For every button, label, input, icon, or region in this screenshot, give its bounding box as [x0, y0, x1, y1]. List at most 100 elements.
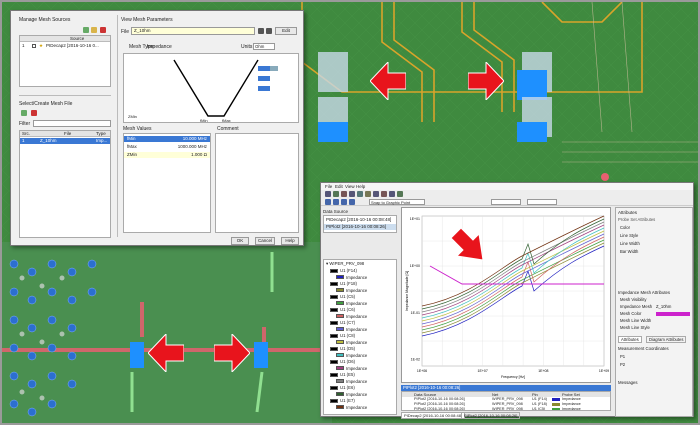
table-cell: WIPER_PRV_098	[492, 407, 523, 411]
attr-item[interactable]: Line Style	[620, 233, 638, 238]
series-color-swatch	[336, 314, 344, 319]
tree-root-label: WIPER_PRV_098	[329, 261, 365, 266]
mesh-attr-item[interactable]: Mesh Color	[620, 311, 692, 317]
menu-edit[interactable]: Edit	[335, 184, 343, 189]
comment-textarea[interactable]	[215, 133, 299, 233]
select-mesh-title: Select/Create Mesh File	[19, 101, 73, 107]
manage-sources-title: Manage Mesh Sources	[19, 17, 71, 23]
toolbar-icon[interactable]	[333, 199, 339, 205]
open-folder-icon[interactable]	[91, 27, 97, 33]
tree-item-label: Impedance	[346, 326, 368, 332]
toolbar-icon[interactable]	[349, 191, 355, 197]
data-source-item[interactable]: PIPlot2 [2016-10-16 00:08:26]	[324, 224, 396, 230]
mesh-attr-item[interactable]: Impedance Mesh Z_10hm	[620, 304, 692, 310]
zoom-input[interactable]	[491, 199, 521, 205]
delete-file-icon[interactable]	[31, 110, 37, 116]
mesh-attr-item[interactable]: Mesh Line Width	[620, 318, 692, 324]
sources-header: Source	[70, 36, 85, 41]
value-row-zmin[interactable]: ZMin 1.000 Ω	[124, 152, 210, 158]
source-row[interactable]: 1 ★ PIDecap2 [2016-10-16 0...	[20, 43, 110, 49]
attr-item[interactable]: Color	[620, 225, 630, 230]
toolbar-icon[interactable]	[325, 191, 331, 197]
menu-help[interactable]: Help	[356, 184, 365, 189]
series-color-swatch	[330, 294, 338, 299]
tree-item-label: U1 (C6)	[340, 307, 356, 312]
red-arrow-down-right-icon	[450, 227, 484, 261]
snap-select[interactable]: Snap to Graphic Point	[369, 199, 425, 205]
table-cell: PIPlot2 [2016-10-16 00:08:26]	[414, 402, 465, 406]
probe-table: Data Source Net Pin Probe Set PIPlot2 [2…	[401, 391, 611, 411]
table-cell: WIPER_PRV_098	[492, 397, 523, 401]
series-color-swatch	[330, 307, 338, 312]
cancel-button[interactable]: Cancel	[255, 237, 275, 245]
units-select[interactable]: Ohm	[253, 43, 275, 50]
source-row-name: PIDecap2 [2016-10-16 0...	[46, 43, 99, 48]
comment-title: Comment	[217, 126, 239, 132]
value-row-fmax[interactable]: fMax 1000.000 MHz	[124, 144, 210, 150]
impedance-plot[interactable]: 1E+01 1E+00 1E-01 1E-02 1E+06 1E+07 1E+08 1E+09…	[402, 208, 612, 384]
source-checkbox[interactable]	[32, 44, 36, 48]
y-tick-label: 1E-01	[411, 311, 420, 315]
menu-file[interactable]: File	[325, 184, 332, 189]
mesh-attr-name: Impedance Mesh	[620, 304, 653, 309]
toolbar-icon[interactable]	[349, 199, 355, 205]
tree-item-label: Impedance	[346, 352, 368, 358]
diagram-fmin-label: fMin	[200, 118, 208, 123]
new-file-icon[interactable]	[21, 110, 27, 116]
filter-label: Filter	[19, 121, 31, 127]
table-row[interactable]: PIPlot2 [2016-10-16 00:08:26] WIPER_PRV_0…	[402, 407, 610, 411]
value-value: 1.000 Ω	[191, 152, 207, 157]
tree-item-label: U1 (E5)	[340, 372, 355, 377]
attr-tab-attributes[interactable]: Attributes	[618, 336, 642, 343]
toolbar-icon[interactable]	[365, 191, 371, 197]
ok-button[interactable]: OK	[231, 237, 249, 245]
toolbar-icon[interactable]	[333, 191, 339, 197]
toolbar-icon[interactable]	[341, 191, 347, 197]
table-cell: U1 (F18)	[532, 402, 547, 406]
tree-item-label: Impedance	[346, 404, 368, 410]
tree-root[interactable]: ▾ WIPER_PRV_098	[326, 261, 396, 268]
mesh-attr-item[interactable]: Mesh Line Style	[620, 325, 692, 331]
toolbar-icon[interactable]	[397, 191, 403, 197]
mesh-type-value: Impedance	[147, 44, 172, 50]
messages-title: Messages	[618, 380, 638, 385]
red-arrow-right-icon	[468, 62, 504, 100]
zoom-input-2[interactable]	[527, 199, 557, 205]
value-name: fMax	[127, 144, 137, 149]
mesh-attr-item[interactable]: Mesh Visibility	[620, 297, 692, 303]
mesh-color-swatch[interactable]	[656, 312, 690, 316]
attr-item[interactable]: Bar Width	[620, 249, 638, 254]
delete-source-icon[interactable]	[100, 27, 106, 33]
menu-view[interactable]: View	[345, 184, 355, 189]
toolbar-icon[interactable]	[325, 199, 331, 205]
bottom-tab-1[interactable]: PIDecap2 [2016-10-16 00:08:48]	[401, 412, 466, 419]
series-color-swatch	[336, 392, 344, 397]
toolbar-icon[interactable]	[381, 191, 387, 197]
file-input[interactable]: Z_10hm	[131, 27, 255, 35]
help-button[interactable]: Help	[281, 237, 299, 245]
value-row-fmin[interactable]: fMin 10.000 MHz	[124, 136, 210, 142]
save-as-icon[interactable]	[266, 28, 272, 34]
bottom-tab-2[interactable]: PIPlot2 [2016-10-16 00:08:26]	[461, 412, 521, 419]
toolbar-icon[interactable]	[389, 191, 395, 197]
toolbar-icon[interactable]	[373, 191, 379, 197]
attr-item[interactable]: Line Width	[620, 241, 640, 246]
plot-panel: 1E+01 1E+00 1E-01 1E-02 1E+06 1E+07 1E+08 1E+09…	[401, 207, 611, 383]
value-value: 1000.000 MHz	[177, 144, 207, 149]
save-icon[interactable]	[258, 28, 264, 34]
data-source-list: PIDecap2 [2016-10-16 00:08:48] PIPlot2 […	[323, 215, 397, 233]
tree-item-label: U1 (F14)	[340, 268, 357, 273]
attr-tab-diagram[interactable]: Diagram Attributes	[646, 336, 687, 343]
mesh-attr-name: Mesh Line Width	[620, 318, 652, 323]
toolbar-icon[interactable]	[357, 191, 363, 197]
data-source-item[interactable]: PIDecap2 [2016-10-16 00:08:48]	[324, 217, 396, 223]
series-color-swatch	[330, 268, 338, 273]
tree-item[interactable]: Impedance	[336, 404, 396, 412]
col-type: Type	[96, 131, 106, 136]
edit-button[interactable]: Edit	[275, 27, 297, 35]
toolbar-icon[interactable]	[341, 199, 347, 205]
table-cell: PIPlot2 [2016-10-16 00:08:26]	[414, 407, 465, 411]
add-source-icon[interactable]	[83, 27, 89, 33]
file-row[interactable]: 1 Z_10hm Imp...	[20, 138, 110, 144]
filter-input[interactable]	[33, 120, 111, 127]
